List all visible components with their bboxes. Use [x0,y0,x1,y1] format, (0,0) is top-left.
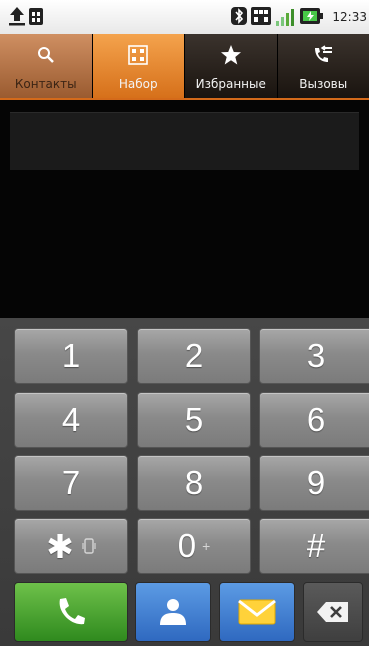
number-display [0,100,369,318]
tab-bar: Контакты Набор Избранные Вызовы [0,34,369,100]
message-button[interactable] [219,582,295,642]
key-label: 4 [61,401,81,438]
tab-label: Вызовы [299,77,348,91]
key-label: ✱ [46,527,74,565]
key-label: 2 [184,337,204,374]
key-1[interactable]: 1 [14,328,128,384]
key-7[interactable]: 7 [14,455,128,511]
star-icon [220,43,242,67]
search-icon [37,43,55,67]
key-hash[interactable]: # [259,518,369,574]
backspace-button[interactable] [303,582,363,642]
backspace-icon [317,602,348,622]
network-type-icon [251,7,271,25]
clock: 12:33 [332,10,367,24]
key-sub-label: + [202,538,211,554]
call-log-icon [312,43,334,67]
call-button[interactable] [14,582,128,642]
key-5[interactable]: 5 [137,392,251,448]
number-field[interactable] [10,112,359,170]
battery-icon [300,8,323,24]
signal-strength-icon [276,9,294,26]
key-9[interactable]: 9 [259,455,369,511]
tab-label: Набор [118,77,158,91]
tab-dialpad[interactable]: Набор [92,34,185,98]
key-2[interactable]: 2 [137,328,251,384]
status-bar: 12:33 [0,0,369,34]
key-star[interactable]: ✱ [14,518,128,574]
vibrate-icon [82,538,96,554]
key-label: 6 [306,401,326,438]
add-contact-button[interactable] [135,582,211,642]
tab-contacts[interactable]: Контакты [0,34,93,98]
key-label: 9 [306,464,326,501]
key-label: 8 [184,464,204,501]
key-3[interactable]: 3 [259,328,369,384]
key-label: 1 [61,337,81,374]
key-label: 7 [61,464,81,501]
key-0[interactable]: 0 + [137,518,251,574]
tab-favorites[interactable]: Избранные [185,34,278,98]
tab-label: Контакты [14,77,77,91]
person-icon [160,599,186,625]
sim-card-icon [29,8,43,25]
envelope-icon [238,599,276,625]
key-label: 0 [177,527,197,564]
key-8[interactable]: 8 [137,455,251,511]
upload-icon [9,7,25,26]
key-6[interactable]: 6 [259,392,369,448]
dialpad-icon [128,43,149,67]
key-label: 3 [306,337,326,374]
phone-icon [59,598,85,625]
tab-label: Избранные [195,77,266,91]
key-label: 5 [184,401,204,438]
tab-call-log[interactable]: Вызовы [277,34,369,98]
key-label: # [306,527,326,564]
key-4[interactable]: 4 [14,392,128,448]
dialer-screen: 12:33 Контакты Набор Избранные Вызовы 1 … [0,0,369,646]
bluetooth-icon [231,7,247,25]
